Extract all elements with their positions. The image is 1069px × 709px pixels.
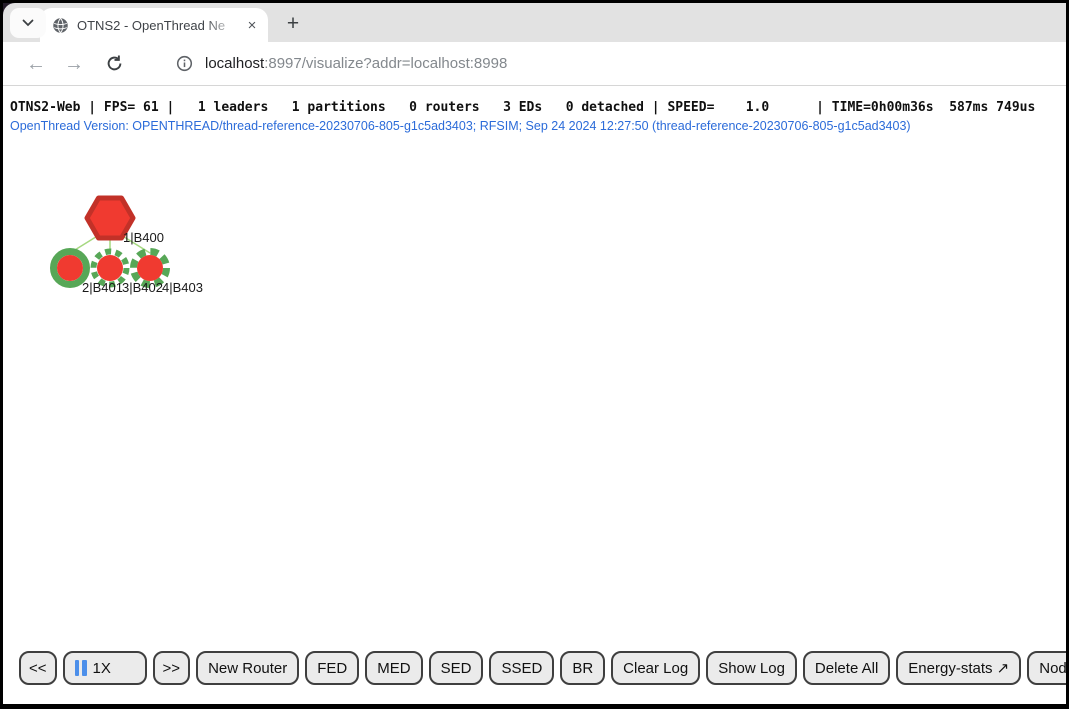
reload-button[interactable]	[97, 47, 131, 81]
screenshot-root: { "browser": { "tab_title": "OTNS2 - Ope…	[0, 0, 1069, 709]
action-toolbar: << 1X >> New Router FED MED SED SSED BR …	[19, 651, 1066, 685]
add-sed-button[interactable]: SED	[429, 651, 484, 685]
energy-stats-button[interactable]: Energy-stats ↗	[896, 651, 1021, 685]
new-tab-button[interactable]: +	[278, 9, 308, 39]
node-label: 4|B403	[162, 280, 203, 295]
add-fed-button[interactable]: FED	[305, 651, 359, 685]
speed-down-button[interactable]: <<	[19, 651, 57, 685]
node-label: 1|B400	[123, 230, 164, 245]
add-br-button[interactable]: BR	[560, 651, 605, 685]
node-stats-button[interactable]: Node-stats ↗	[1027, 651, 1066, 685]
url-host: localhost	[205, 55, 264, 72]
browser-tab[interactable]: OTNS2 - OpenThread Ne ×	[40, 8, 268, 42]
forward-button[interactable]: →	[57, 47, 91, 81]
openthread-version-line: OpenThread Version: OPENTHREAD/thread-re…	[10, 119, 911, 133]
site-info-button[interactable]	[169, 49, 199, 79]
tab-title-fade	[204, 17, 238, 34]
tab-title: OTNS2 - OpenThread Ne	[77, 17, 238, 34]
globe-favicon-icon	[52, 17, 69, 34]
forward-arrow-icon: →	[64, 54, 84, 74]
otns-page: OTNS2-Web | FPS= 61 | 1 leaders 1 partit…	[3, 86, 1066, 703]
node-child-1[interactable]	[57, 255, 83, 281]
simulation-status-line: OTNS2-Web | FPS= 61 | 1 leaders 1 partit…	[10, 100, 1035, 115]
node-label: 2|B401	[82, 280, 123, 295]
node-child-3[interactable]	[137, 255, 163, 281]
url-text: localhost:8997/visualize?addr=localhost:…	[205, 55, 507, 72]
network-canvas[interactable]: 1|B400 2|B401 3|B402 4|B403	[3, 134, 303, 324]
pause-speed-button[interactable]: 1X	[63, 651, 147, 685]
delete-all-button[interactable]: Delete All	[803, 651, 890, 685]
node-child-2[interactable]	[97, 255, 123, 281]
url-bar[interactable]: localhost:8997/visualize?addr=localhost:…	[151, 49, 1066, 79]
info-icon	[176, 55, 193, 72]
reload-icon	[105, 54, 124, 73]
url-path: :8997/visualize?addr=localhost:8998	[264, 55, 507, 72]
new-router-button[interactable]: New Router	[196, 651, 299, 685]
pause-icon	[75, 660, 87, 676]
back-button[interactable]: ←	[19, 47, 53, 81]
chevron-down-icon	[22, 19, 34, 27]
add-ssed-button[interactable]: SSED	[489, 651, 554, 685]
clear-log-button[interactable]: Clear Log	[611, 651, 700, 685]
navigation-bar: ← → localhost:8997/visualize?addr=localh…	[3, 42, 1066, 86]
show-log-button[interactable]: Show Log	[706, 651, 797, 685]
browser-window: OTNS2 - OpenThread Ne × + ← →	[3, 3, 1066, 704]
node-label: 3|B402	[122, 280, 163, 295]
tab-strip: OTNS2 - OpenThread Ne × +	[3, 3, 1066, 42]
tab-close-button[interactable]: ×	[242, 15, 262, 35]
tab-search-button[interactable]	[10, 8, 46, 38]
speed-label: 1X	[93, 660, 111, 677]
back-arrow-icon: ←	[26, 54, 46, 74]
speed-up-button[interactable]: >>	[153, 651, 191, 685]
add-med-button[interactable]: MED	[365, 651, 422, 685]
